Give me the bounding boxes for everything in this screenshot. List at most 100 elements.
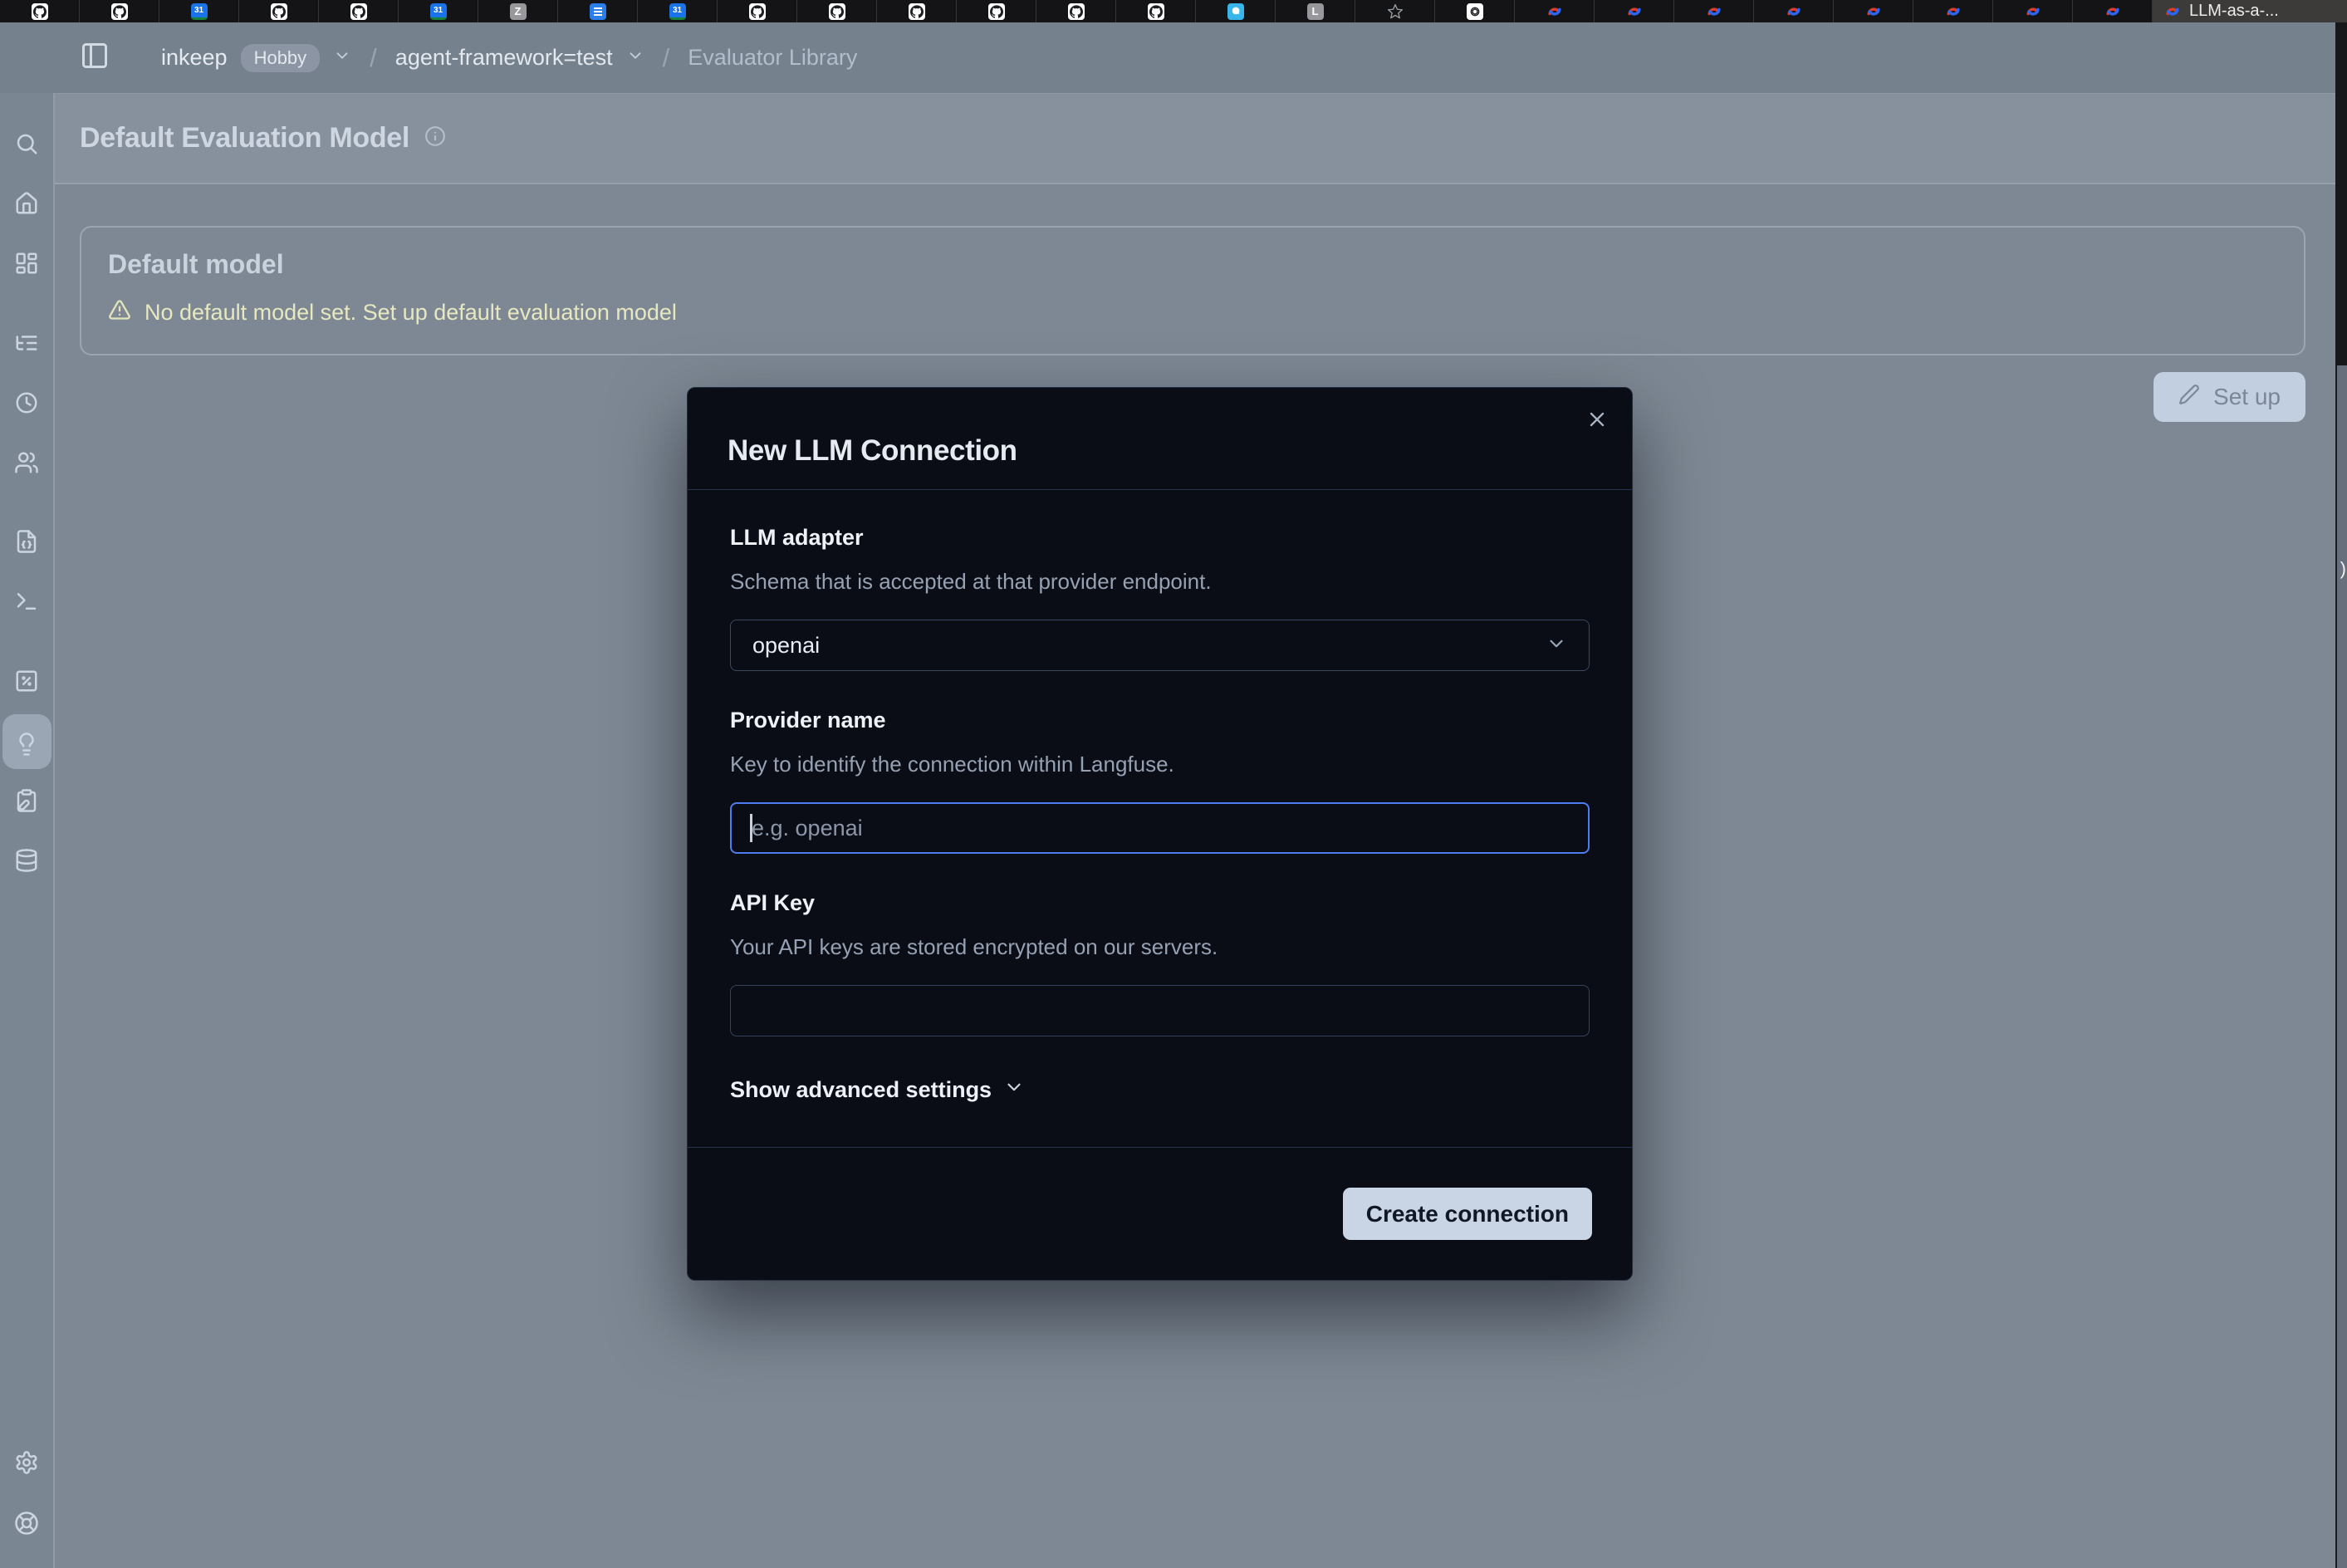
browser-tab[interactable] xyxy=(1674,0,1754,22)
sidebar-item-evaluator-lightbulb[interactable] xyxy=(14,732,39,757)
breadcrumb-page: Evaluator Library xyxy=(688,45,857,71)
docs-favicon xyxy=(590,3,606,20)
sidebar-item-sessions-clock[interactable] xyxy=(14,390,39,415)
dialog-body: LLM adapter Schema that is accepted at t… xyxy=(688,490,1632,1147)
browser-tab[interactable] xyxy=(877,0,957,22)
browser-tab[interactable] xyxy=(1913,0,1993,22)
browser-tab[interactable] xyxy=(797,0,877,22)
browser-tab[interactable]: 31 xyxy=(638,0,718,22)
browser-tab[interactable] xyxy=(1435,0,1515,22)
info-icon[interactable] xyxy=(424,125,446,151)
sidebar-item-search[interactable] xyxy=(14,131,39,156)
set-up-button[interactable]: Set up xyxy=(2153,372,2305,422)
browser-tab[interactable] xyxy=(1993,0,2073,22)
default-model-card: Default model No default model set. Set … xyxy=(80,226,2305,355)
browser-tab[interactable] xyxy=(80,0,159,22)
llm-adapter-value: openai xyxy=(752,633,820,659)
github-favicon xyxy=(829,3,845,20)
sidebar-item-models-database[interactable] xyxy=(14,848,39,873)
text-cursor xyxy=(750,814,752,842)
page-title: Default Evaluation Model xyxy=(80,122,409,154)
llm-adapter-description: Schema that is accepted at that provider… xyxy=(730,569,1590,595)
browser-tab[interactable] xyxy=(239,0,319,22)
sidebar-item-playground-terminal[interactable] xyxy=(14,589,39,614)
llm-adapter-label: LLM adapter xyxy=(730,525,1590,551)
sidebar-item-support-lifebuoy[interactable] xyxy=(14,1511,39,1536)
calendar-favicon: 31 xyxy=(669,3,686,20)
browser-tab[interactable] xyxy=(718,0,797,22)
github-favicon xyxy=(111,3,128,20)
browser-tab[interactable] xyxy=(1116,0,1196,22)
langfuse-favicon xyxy=(1786,3,1802,20)
browser-tab-active[interactable]: LLM-as-a-... xyxy=(2153,0,2347,22)
background-window-edge-grey xyxy=(2335,365,2347,1568)
create-connection-button[interactable]: Create connection xyxy=(1343,1188,1592,1240)
browser-tab[interactable] xyxy=(1754,0,1834,22)
plan-badge: Hobby xyxy=(241,44,321,72)
zed-favicon: Z xyxy=(510,3,527,20)
star-favicon xyxy=(1387,3,1404,20)
advanced-settings-label: Show advanced settings xyxy=(730,1077,992,1103)
provider-name-label: Provider name xyxy=(730,708,1590,733)
langfuse-favicon xyxy=(2104,3,2121,20)
api-key-label: API Key xyxy=(730,890,1590,916)
browser-tab[interactable] xyxy=(1834,0,1913,22)
sidebar-item-evals-percent[interactable] xyxy=(14,669,39,693)
chevron-down-icon[interactable] xyxy=(626,45,644,71)
github-favicon xyxy=(749,3,766,20)
sidebar-toggle-button[interactable] xyxy=(80,41,110,75)
set-up-button-label: Set up xyxy=(2213,384,2281,410)
browser-tab[interactable]: 31 xyxy=(399,0,478,22)
show-advanced-settings-toggle[interactable]: Show advanced settings xyxy=(730,1076,1590,1104)
langfuse-favicon xyxy=(1945,3,1962,20)
breadcrumb-project[interactable]: agent-framework=test xyxy=(395,45,613,71)
dialog-header: New LLM Connection xyxy=(688,388,1632,490)
browser-tab[interactable] xyxy=(0,0,80,22)
langfuse-favicon xyxy=(1546,3,1563,20)
llm-adapter-select[interactable]: openai xyxy=(730,620,1590,671)
page-header: Default Evaluation Model xyxy=(55,93,2335,184)
browser-tab[interactable]: Z xyxy=(478,0,558,22)
close-icon[interactable] xyxy=(1585,408,1609,435)
langfuse-favicon xyxy=(1706,3,1722,20)
api-key-description: Your API keys are stored encrypted on ou… xyxy=(730,934,1590,960)
sidebar-item-home[interactable] xyxy=(14,191,39,216)
sidebar-item-users[interactable] xyxy=(14,450,39,475)
sidebar-item-dashboard[interactable] xyxy=(14,251,39,276)
chevron-down-icon xyxy=(1546,633,1567,659)
dialog-footer: Create connection xyxy=(688,1147,1632,1280)
provider-name-description: Key to identify the connection within La… xyxy=(730,752,1590,777)
new-llm-connection-dialog: New LLM Connection LLM adapter Schema th… xyxy=(687,387,1633,1281)
github-favicon xyxy=(909,3,925,20)
sidebar-item-annotation-clipboard[interactable] xyxy=(14,788,39,813)
browser-tab[interactable]: L xyxy=(1276,0,1355,22)
browser-tab[interactable]: 31 xyxy=(159,0,239,22)
triangle-alert-icon xyxy=(108,298,131,327)
browser-tab[interactable] xyxy=(558,0,638,22)
browser-tab[interactable] xyxy=(1196,0,1276,22)
browser-tab[interactable] xyxy=(957,0,1036,22)
chevron-down-icon xyxy=(1003,1076,1025,1104)
browser-tab[interactable] xyxy=(2073,0,2153,22)
browser-tab[interactable] xyxy=(1036,0,1116,22)
api-key-input[interactable] xyxy=(730,985,1590,1036)
github-favicon xyxy=(1148,3,1164,20)
no-default-model-warning: No default model set. Set up default eva… xyxy=(108,298,2277,327)
pencil-icon xyxy=(2178,384,2200,411)
chevron-down-icon[interactable] xyxy=(333,45,351,71)
browser-tab[interactable] xyxy=(1515,0,1595,22)
langfuse-favicon xyxy=(1626,3,1643,20)
browser-tab[interactable] xyxy=(319,0,399,22)
browser-tab-strip: 31 31 Z 31 L LLM-as-a-... xyxy=(0,0,2347,22)
breadcrumb-org[interactable]: inkeep xyxy=(161,45,228,71)
sidebar-item-settings-gear[interactable] xyxy=(14,1450,39,1475)
browser-tab[interactable] xyxy=(1595,0,1674,22)
breadcrumb-separator: / xyxy=(658,43,675,73)
active-tab-title: LLM-as-a-... xyxy=(2189,2,2279,21)
github-favicon xyxy=(32,3,48,20)
browser-tab[interactable] xyxy=(1355,0,1435,22)
sidebar-item-json-file[interactable] xyxy=(14,529,39,554)
provider-name-input[interactable]: e.g. openai xyxy=(730,802,1590,854)
background-window-artifact: ) xyxy=(2340,558,2346,580)
sidebar-item-tracing-tree[interactable] xyxy=(14,331,39,355)
